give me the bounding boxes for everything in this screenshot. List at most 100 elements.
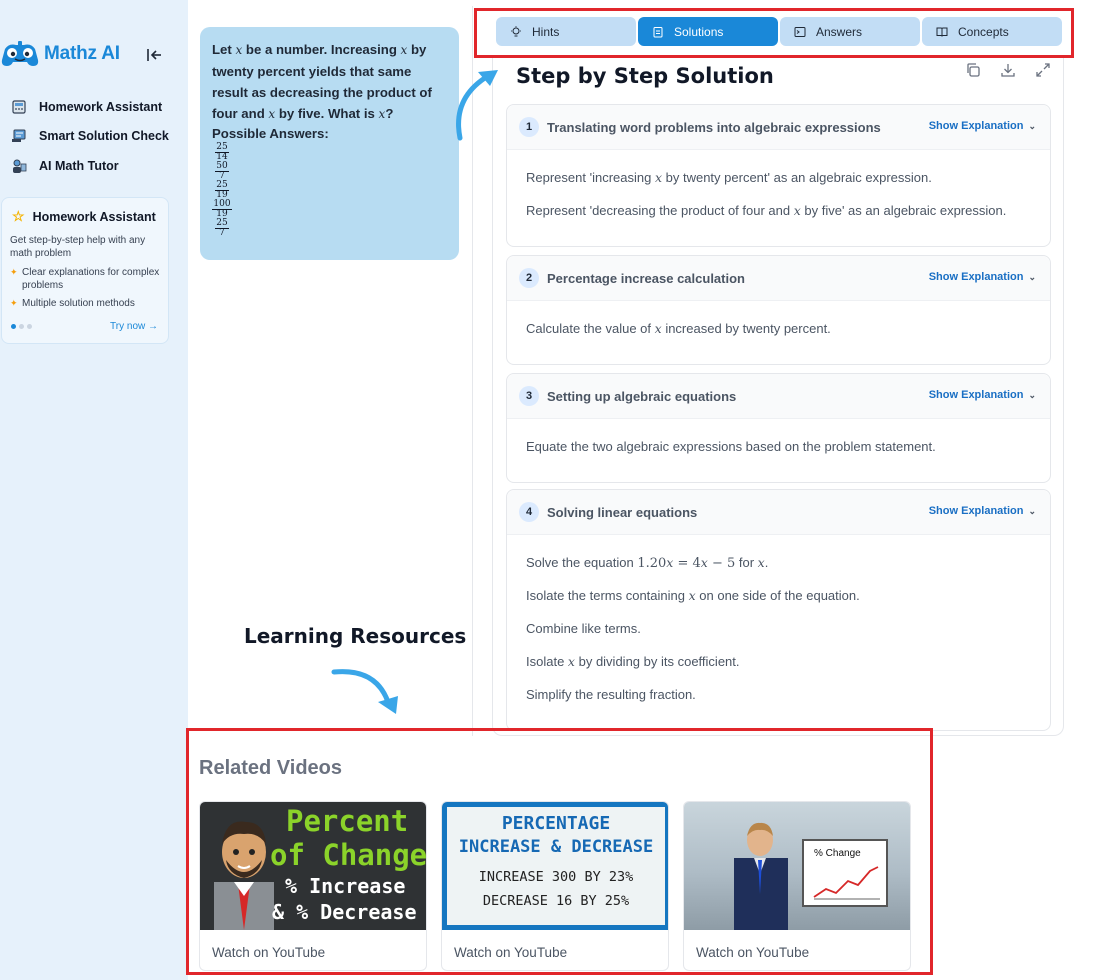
annotation-arrow-to-solution bbox=[456, 70, 498, 141]
step-text: Solve the equation bbox=[526, 555, 638, 570]
try-now-link[interactable]: Try now → bbox=[110, 321, 158, 332]
math-var: x bbox=[654, 321, 662, 336]
step-number-badge: 3 bbox=[519, 386, 539, 406]
step-header[interactable]: 1 Translating word problems into algebrai… bbox=[507, 105, 1050, 150]
step-text: Isolate bbox=[526, 654, 568, 669]
step-header[interactable]: 4 Solving linear equations Show Explanatio… bbox=[507, 490, 1050, 535]
answer-fraction[interactable]: 25 19 bbox=[214, 181, 230, 200]
show-explanation-button[interactable]: Show Explanation ⌄ bbox=[929, 271, 1036, 283]
app-name: Mathz AI bbox=[44, 43, 120, 64]
carousel-dot-3[interactable] bbox=[27, 324, 32, 329]
tabs-highlight-box bbox=[474, 8, 1074, 58]
step-body: Equate the two algebraic expressions bas… bbox=[507, 419, 1050, 482]
question-fragment: by five. What is bbox=[275, 106, 379, 121]
step-title: Solving linear equations bbox=[547, 504, 698, 520]
solution-step: 3 Setting up algebraic equations Show Expl… bbox=[506, 373, 1051, 483]
sidebar-item-smart-solution-check[interactable]: Smart Solution Check bbox=[10, 122, 169, 152]
sidebar-item-homework-assistant[interactable]: Homework Assistant bbox=[10, 92, 169, 122]
carousel-dot-1[interactable] bbox=[11, 324, 16, 329]
download-icon[interactable] bbox=[999, 61, 1017, 79]
promo-footer: Try now → bbox=[11, 321, 158, 332]
step-text: Equate the two algebraic expressions bas… bbox=[526, 439, 936, 454]
solution-toolbar bbox=[964, 61, 1052, 79]
checklist-icon bbox=[10, 127, 28, 145]
step-line: Calculate the value of x increased by tw… bbox=[526, 321, 1031, 354]
answer-fraction[interactable]: 50 7 bbox=[214, 162, 230, 181]
sidebar-nav: Homework Assistant Smart Solution Check … bbox=[10, 92, 169, 181]
math-var: x bbox=[654, 170, 663, 185]
annotation-arrow-to-videos bbox=[331, 669, 398, 714]
possible-answers-label: Possible Answers: bbox=[212, 126, 329, 141]
collapse-sidebar-icon[interactable] bbox=[145, 46, 163, 64]
solution-step: 2 Percentage increase calculation Show Exp… bbox=[506, 255, 1051, 365]
sidebar-item-ai-math-tutor[interactable]: AI Math Tutor bbox=[10, 151, 169, 181]
step-body: Represent 'increasing x by twenty percen… bbox=[507, 150, 1050, 246]
step-number-badge: 1 bbox=[519, 117, 539, 137]
possible-answers-list: 25 14 50 7 25 19 100 19 25 7 bbox=[212, 143, 447, 238]
step-line: Isolate the terms containing x on one si… bbox=[526, 588, 1031, 621]
step-text: Combine like terms. bbox=[526, 621, 641, 636]
step-text: Calculate the value of bbox=[526, 321, 655, 336]
step-body: Calculate the value of x increased by tw… bbox=[507, 301, 1050, 364]
step-text: by five' as an algebraic expression. bbox=[800, 203, 1007, 218]
step-number-badge: 2 bbox=[519, 268, 539, 288]
step-body: Solve the equation 1.20x = 4x − 5 for x.… bbox=[507, 535, 1050, 730]
step-title: Translating word problems into algebraic… bbox=[547, 119, 881, 135]
show-explanation-button[interactable]: Show Explanation ⌄ bbox=[929, 389, 1036, 401]
step-text: Isolate the terms containing bbox=[526, 588, 689, 603]
sidebar-item-label: Smart Solution Check bbox=[39, 129, 169, 144]
step-line: Solve the equation 1.20x = 4x − 5 for x. bbox=[526, 555, 1031, 588]
chevron-down-icon: ⌄ bbox=[1028, 271, 1036, 282]
videos-highlight-box bbox=[186, 728, 933, 975]
math-var: x bbox=[688, 588, 696, 603]
gamepad-logo-icon bbox=[0, 38, 40, 70]
carousel-dots bbox=[11, 324, 32, 329]
sparkle-icon: ✦ bbox=[10, 298, 18, 308]
answer-fraction[interactable]: 25 14 bbox=[214, 143, 230, 162]
answer-fraction[interactable]: 25 7 bbox=[214, 219, 230, 238]
carousel-dot-2[interactable] bbox=[19, 324, 24, 329]
show-explanation-button[interactable]: Show Explanation ⌄ bbox=[929, 120, 1036, 132]
promo-title-text: Homework Assistant bbox=[32, 209, 156, 224]
chevron-down-icon: ⌄ bbox=[1028, 389, 1036, 400]
app-logo[interactable]: Mathz AI bbox=[0, 38, 120, 70]
promo-bullet: ✦ Clear explanations for complex problem… bbox=[10, 266, 160, 292]
step-text: Represent 'decreasing the product of fou… bbox=[526, 203, 794, 218]
promo-bullet-text: Clear explanations for complex problems bbox=[22, 267, 160, 291]
show-explanation-button[interactable]: Show Explanation ⌄ bbox=[929, 505, 1036, 517]
question-fragment: be a number. Increasing bbox=[242, 42, 401, 57]
copy-icon[interactable] bbox=[964, 61, 982, 79]
question-card: Let x be a number. Increasing x by twent… bbox=[200, 27, 459, 260]
fraction-denominator: 7 bbox=[219, 228, 225, 238]
show-explanation-label: Show Explanation bbox=[928, 120, 1024, 132]
step-text: for bbox=[735, 555, 758, 570]
sidebar-item-label: AI Math Tutor bbox=[39, 158, 119, 173]
sidebar-item-label: Homework Assistant bbox=[39, 99, 163, 114]
chevron-down-icon: ⌄ bbox=[1028, 505, 1036, 516]
math-expr: = 4 bbox=[673, 556, 701, 571]
step-text: by twenty percent' as an algebraic expre… bbox=[662, 170, 932, 185]
step-header[interactable]: 3 Setting up algebraic equations Show Expl… bbox=[507, 374, 1050, 419]
solution-heading: Step by Step Solution bbox=[516, 64, 774, 88]
tutor-icon bbox=[10, 157, 28, 175]
sidebar: Mathz AI Homework Assistant Smart Soluti… bbox=[0, 0, 188, 980]
math-var: x bbox=[757, 555, 765, 570]
promo-bullet: ✦ Multiple solution methods bbox=[10, 297, 160, 310]
step-line: Simplify the resulting fraction. bbox=[526, 687, 1031, 720]
question-text: Let x be a number. Increasing x by twent… bbox=[212, 39, 447, 125]
expand-icon[interactable] bbox=[1034, 61, 1052, 79]
step-header[interactable]: 2 Percentage increase calculation Show Exp… bbox=[507, 256, 1050, 301]
solution-step: 4 Solving linear equations Show Explanatio… bbox=[506, 489, 1051, 731]
question-fragment: ? bbox=[385, 106, 394, 121]
step-number-badge: 4 bbox=[519, 502, 539, 522]
answer-fraction[interactable]: 100 19 bbox=[212, 200, 232, 219]
show-explanation-label: Show Explanation bbox=[928, 389, 1024, 401]
step-line: Equate the two algebraic expressions bas… bbox=[526, 439, 1031, 472]
step-text: on one side of the equation. bbox=[695, 588, 860, 603]
step-line: Combine like terms. bbox=[526, 621, 1031, 654]
math-var: x bbox=[793, 203, 801, 218]
promo-bullet-text: Multiple solution methods bbox=[22, 298, 135, 309]
learning-resources-label: Learning Resources bbox=[244, 624, 467, 648]
step-text: increased by twenty percent. bbox=[661, 321, 831, 336]
solution-step: 1 Translating word problems into algebrai… bbox=[506, 104, 1051, 247]
